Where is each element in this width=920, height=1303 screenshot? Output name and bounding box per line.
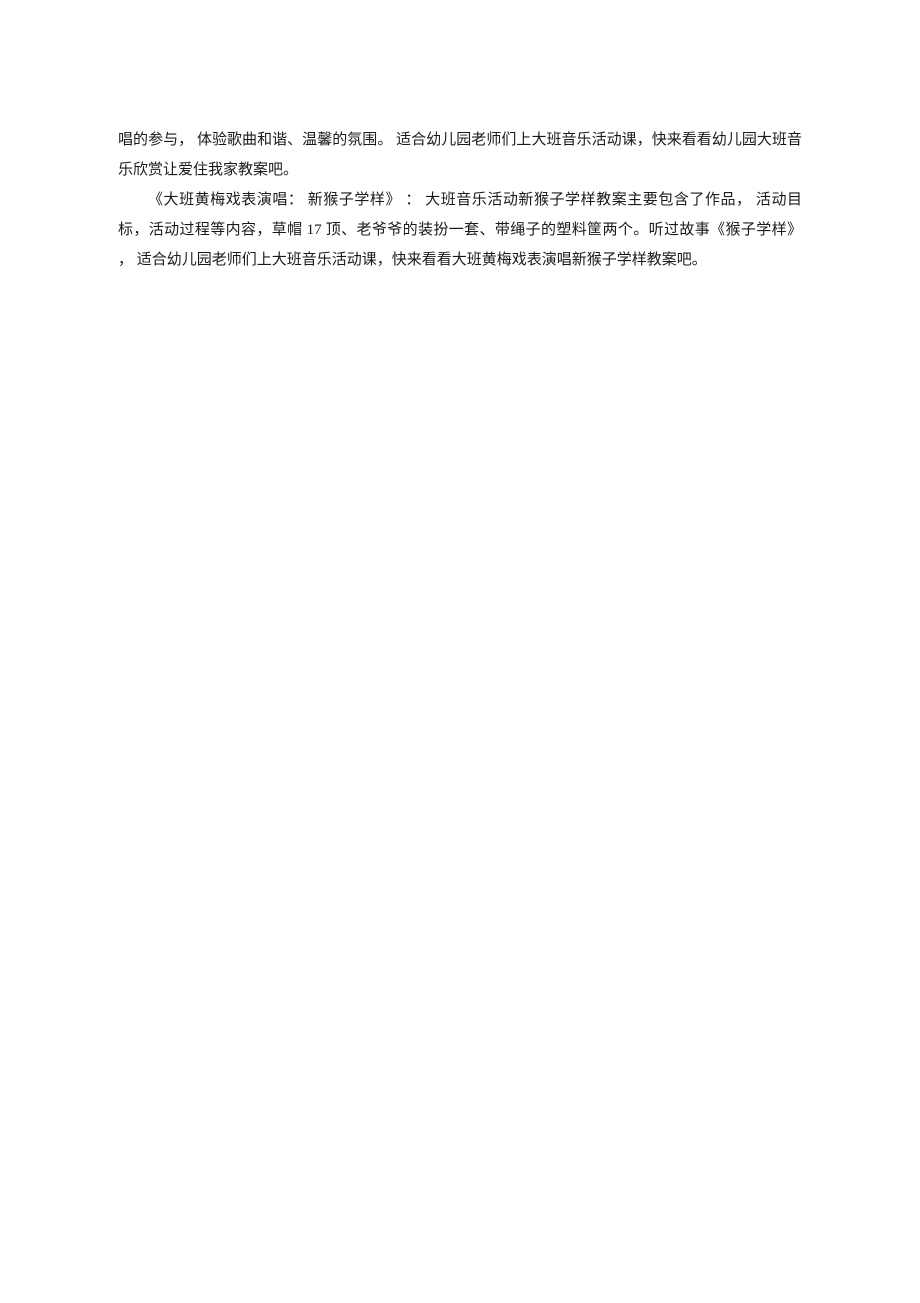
paragraph-2: 《大班黄梅戏表演唱： 新猴子学样》 ： 大班音乐活动新猴子学样教案主要包含了作品… — [118, 185, 802, 275]
paragraph-1: 唱的参与， 体验歌曲和谐、温馨的氛围。 适合幼儿园老师们上大班音乐活动课，快来看… — [118, 125, 802, 185]
